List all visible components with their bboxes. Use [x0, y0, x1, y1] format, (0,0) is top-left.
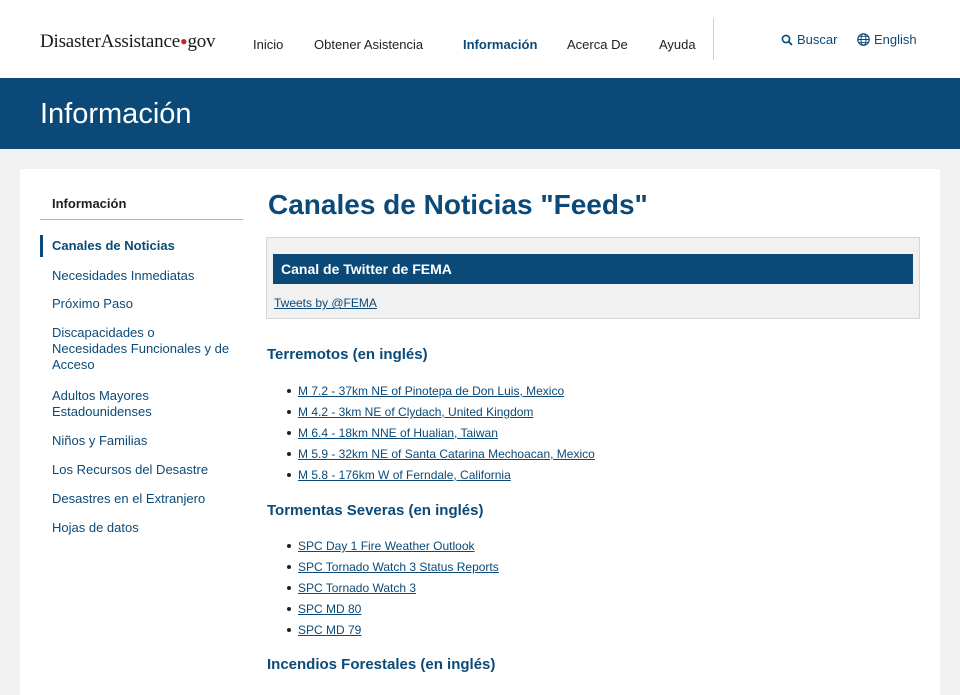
feed-link[interactable]: SPC MD 79: [298, 623, 361, 637]
feed-link[interactable]: M 4.2 - 3km NE of Clydach, United Kingdo…: [298, 405, 533, 419]
list-bullet: [287, 586, 291, 590]
site-logo[interactable]: DisasterAssistance•gov: [40, 29, 216, 54]
logo-text-2: Assistance: [100, 31, 180, 52]
twitter-panel-title: Canal de Twitter de FEMA: [281, 261, 452, 277]
list-bullet: [287, 565, 291, 569]
nav-divider: [713, 18, 714, 60]
nav-inicio[interactable]: Inicio: [253, 37, 283, 52]
feed-link[interactable]: M 5.8 - 176km W of Ferndale, California: [298, 468, 511, 482]
list-bullet: [287, 473, 291, 477]
section-heading-incendios: Incendios Forestales (en inglés): [267, 656, 496, 673]
feed-link[interactable]: M 5.9 - 32km NE of Santa Catarina Mechoa…: [298, 447, 595, 461]
sidebar-item-ninos-y-familias[interactable]: Niños y Familias: [52, 433, 237, 449]
globe-icon: [857, 33, 870, 46]
section-heading-terremotos: Terremotos (en inglés): [267, 346, 428, 363]
nav-informacion[interactable]: Información: [463, 37, 537, 52]
tweets-by-fema-link[interactable]: Tweets by @FEMA: [274, 296, 377, 310]
list-bullet: [287, 544, 291, 548]
nav-ayuda[interactable]: Ayuda: [659, 37, 696, 52]
sidebar-active-indicator: [40, 235, 43, 257]
search-icon: [781, 34, 793, 46]
feed-link[interactable]: M 7.2 - 37km NE of Pinotepa de Don Luis,…: [298, 384, 564, 398]
list-bullet: [287, 628, 291, 632]
logo-tld: gov: [187, 31, 216, 52]
language-label: English: [874, 32, 917, 47]
feed-link[interactable]: SPC Tornado Watch 3 Status Reports: [298, 560, 499, 574]
twitter-panel-header: Canal de Twitter de FEMA: [273, 254, 913, 284]
nav-obtener-asistencia[interactable]: Obtener Asistencia: [314, 37, 423, 52]
sidebar-item-desastres-extranjero[interactable]: Desastres en el Extranjero: [52, 491, 237, 507]
list-bullet: [287, 389, 291, 393]
sidebar-item-proximo-paso[interactable]: Próximo Paso: [52, 296, 237, 312]
feed-link[interactable]: M 6.4 - 18km NNE of Hualian, Taiwan: [298, 426, 498, 440]
page-title: Canales de Noticias "Feeds": [268, 189, 648, 220]
banner-title: Información: [40, 98, 192, 130]
list-bullet: [287, 410, 291, 414]
list-bullet: [287, 452, 291, 456]
logo-dot-icon: •: [179, 29, 188, 54]
section-heading-tormentas: Tormentas Severas (en inglés): [267, 502, 484, 519]
feed-link[interactable]: SPC Day 1 Fire Weather Outlook: [298, 539, 475, 553]
sidebar-item-necesidades-inmediatas[interactable]: Necesidades Inmediatas: [52, 268, 237, 284]
list-bullet: [287, 431, 291, 435]
site-header: DisasterAssistance•gov Inicio Obtener As…: [0, 0, 960, 78]
feed-link[interactable]: SPC MD 80: [298, 602, 361, 616]
sidebar-item-hojas-de-datos[interactable]: Hojas de datos: [52, 520, 237, 536]
sidebar-item-recursos-del-desastre[interactable]: Los Recursos del Desastre: [52, 462, 237, 478]
list-bullet: [287, 607, 291, 611]
language-toggle[interactable]: English: [857, 32, 917, 47]
page-banner: Información: [0, 78, 960, 149]
sidebar-divider: [40, 219, 243, 220]
nav-acerca-de[interactable]: Acerca De: [567, 37, 628, 52]
feed-link[interactable]: SPC Tornado Watch 3: [298, 581, 416, 595]
sidebar-heading: Información: [52, 196, 127, 211]
sidebar-item-adultos-mayores[interactable]: Adultos Mayores Estadounidenses: [52, 388, 182, 420]
sidebar-item-canales-de-noticias[interactable]: Canales de Noticias: [52, 238, 237, 254]
search-label: Buscar: [797, 32, 838, 47]
search-button[interactable]: Buscar: [781, 32, 837, 47]
logo-text-1: Disaster: [40, 31, 101, 52]
sidebar-item-discapacidades[interactable]: Discapacidades o Necesidades Funcionales…: [52, 325, 230, 373]
